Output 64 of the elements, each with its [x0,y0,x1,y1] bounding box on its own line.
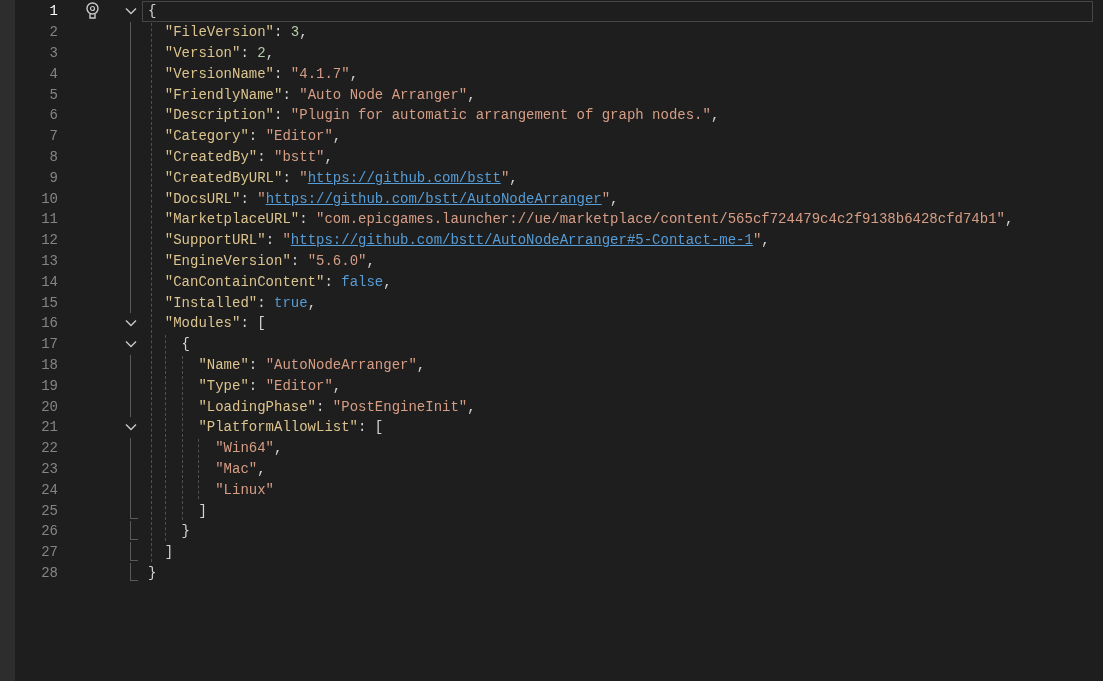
code-line: "Linux" [215,480,274,499]
collapse-chevron-icon[interactable] [125,340,137,349]
code-line: "Mac", [215,459,266,478]
code-line: } [148,563,157,582]
code-line: "Win64", [215,439,283,458]
code-line: "Type": "Editor", [198,376,342,395]
code-line: { [181,335,190,354]
line-number: 24 [40,480,58,499]
line-number: 7 [48,127,58,146]
line-number: 1 [48,2,58,21]
code-line: "CanContainContent": false, [164,272,392,291]
line-number: 23 [40,459,58,478]
line-number: 8 [48,147,58,166]
line-number: 10 [40,189,58,208]
code-line: } [181,522,190,541]
code-line: ] [164,543,174,562]
code-line: "FriendlyName": "Auto Node Arranger", [164,85,476,104]
line-number: 27 [40,543,58,562]
code-line: "PlatformAllowList": [ [198,418,384,437]
line-number: 14 [40,272,58,291]
code-line: "LoadingPhase": "PostEngineInit", [198,397,476,416]
line-number: 9 [48,168,58,187]
line-number: 19 [40,376,58,395]
line-number: 26 [40,522,58,541]
code-line: "MarketplaceURL": "com.epicgames.launcher://ue/marketplace/content/565cf724479c4c2f9138b6428cfd74b1", [164,210,1014,229]
line-number: 6 [48,106,58,125]
line-number: 5 [48,85,58,104]
collapse-chevron-icon[interactable] [125,319,137,328]
link[interactable]: https://github.com/bstt/AutoNodeArranger#5-Contact-me-1 [290,232,753,249]
line-number: 21 [40,418,58,437]
code-line: { [148,2,157,21]
link[interactable]: https://github.com/bstt [307,169,501,186]
collapse-chevron-icon[interactable] [125,423,137,432]
line-number: 22 [40,439,58,458]
code-line: "FileVersion": 3, [164,23,308,42]
code-line: "Category": "Editor", [164,127,342,146]
line-number: 4 [48,64,58,83]
code-line: "CreatedBy": "bstt", [164,147,333,166]
code-line: "DocsURL": "https://github.com/bstt/AutoNodeArranger", [164,189,619,208]
line-number: 11 [40,210,58,229]
line-number: 28 [40,563,58,582]
code-line: "Version": 2, [164,44,275,62]
code-line: "Installed": true, [164,293,317,312]
code-line: "VersionName": "4.1.7", [164,64,359,83]
link[interactable]: https://github.com/bstt/AutoNodeArranger [265,190,602,207]
line-number: 13 [40,251,58,270]
line-number: 16 [40,314,58,333]
line-number: 3 [48,44,58,62]
code-line: ] [198,501,207,520]
code-line: "Description": "Plugin for automatic arrangement of graph nodes.", [164,106,720,125]
code-line: "Modules": [ [164,314,266,333]
line-number: 12 [40,231,58,250]
code-line: "CreatedByURL": "https://github.com/bstt", [164,168,518,187]
collapse-chevron-icon[interactable] [125,7,137,16]
code-line: "EngineVersion": "5.6.0", [164,251,375,270]
line-number: 20 [40,397,58,416]
code-line: "Name": "AutoNodeArranger", [198,355,426,374]
line-number: 25 [40,501,58,520]
code-line: "SupportURL": "https://github.com/bstt/AutoNodeArranger#5-Contact-me-1", [164,231,770,250]
line-number: 18 [40,355,58,374]
line-number: 17 [40,335,58,354]
lightbulb-icon[interactable] [85,2,99,21]
line-number: 2 [48,23,58,42]
line-number: 15 [40,293,58,312]
